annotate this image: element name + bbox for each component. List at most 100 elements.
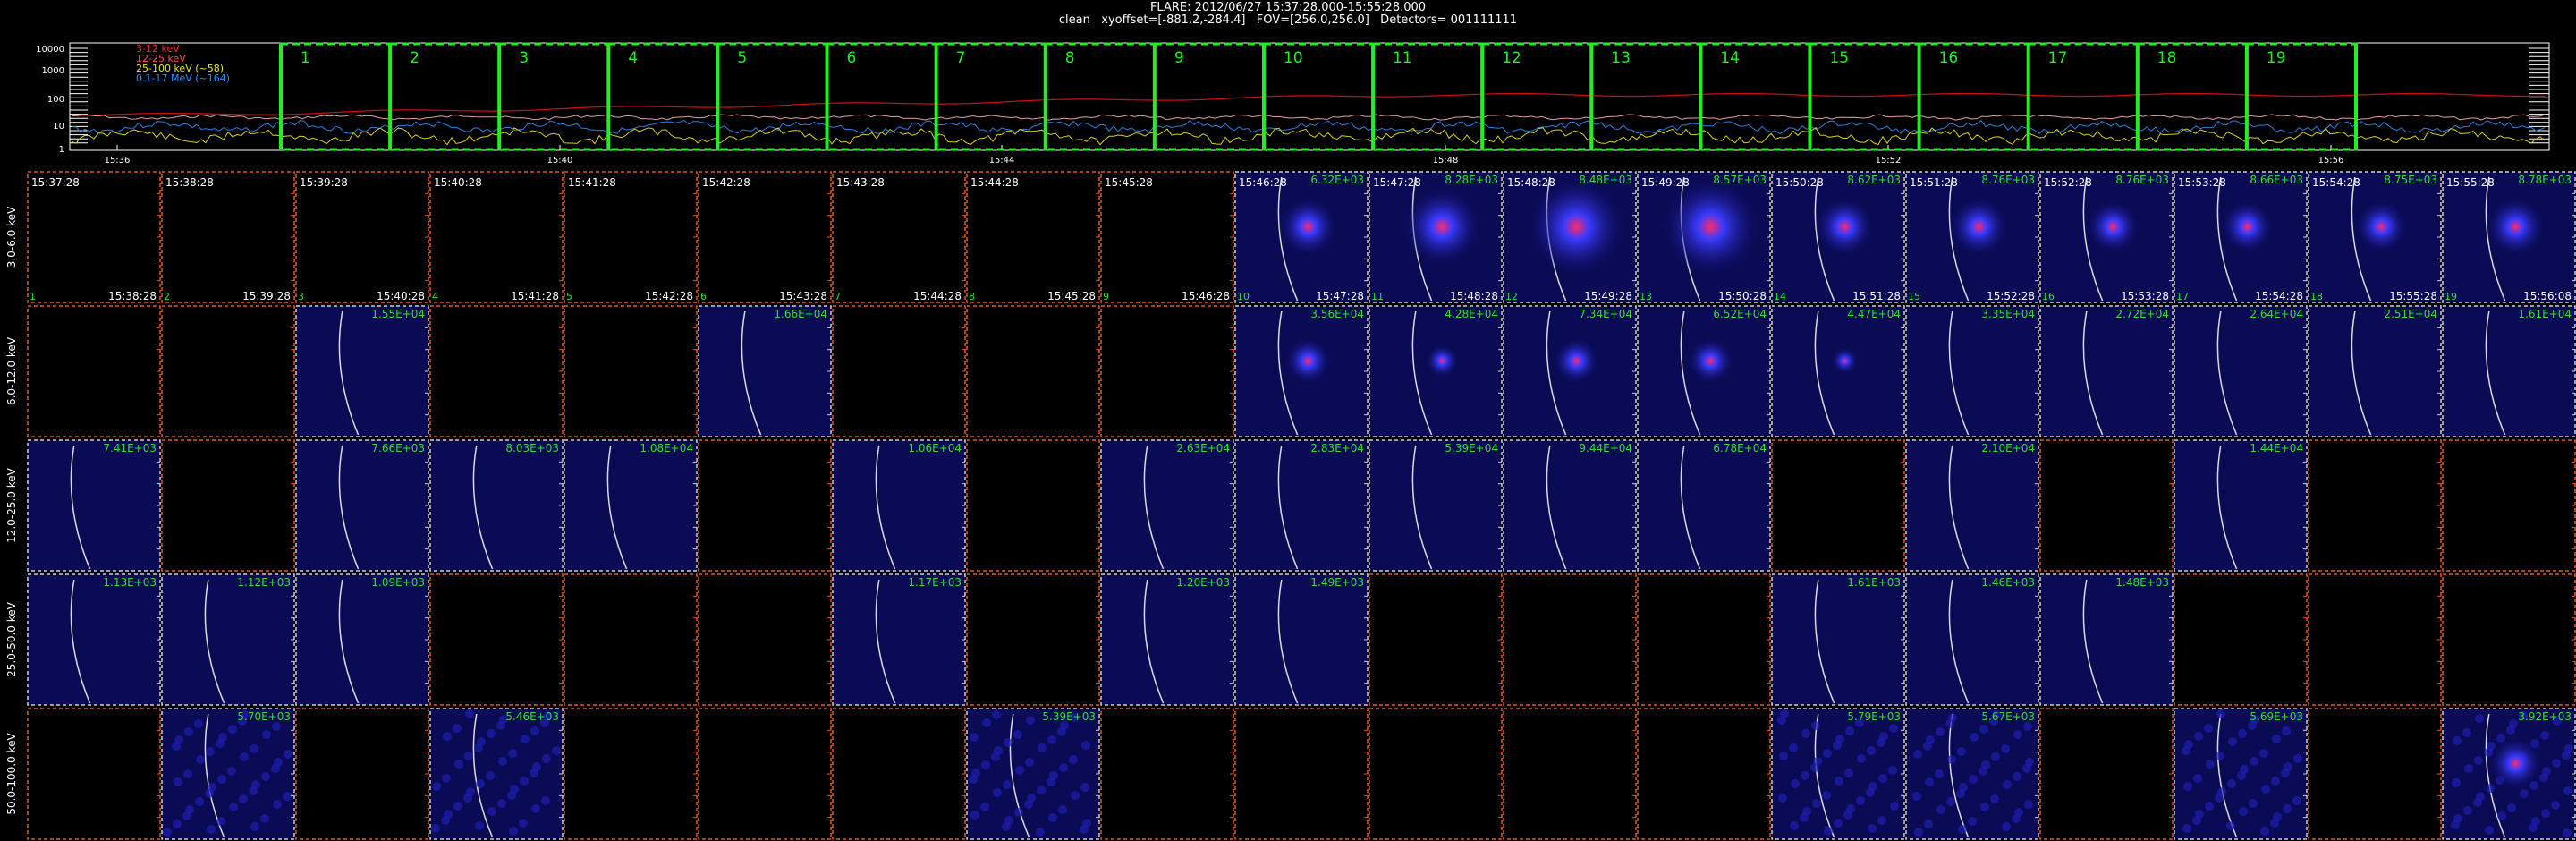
cell-interval-number: 15 [1908, 291, 1920, 302]
noise-blob [2216, 709, 2225, 718]
noise-blob [284, 750, 292, 759]
noise-blob [1071, 791, 1080, 800]
noise-blob [2205, 802, 2214, 811]
empty-cell-frame [832, 708, 966, 840]
interval-number: 15 [1829, 49, 1849, 67]
noise-blob [441, 816, 450, 825]
noise-blob [1834, 819, 1843, 828]
noise-blob [463, 794, 472, 803]
noise-blob [487, 807, 496, 816]
noise-blob [1810, 763, 1819, 772]
cell-start-time: 15:39:28 [300, 176, 348, 189]
noise-blob [519, 819, 528, 828]
cell-start-time: 15:54:28 [2312, 176, 2360, 189]
noise-blob [207, 825, 216, 834]
cell-peak-value: 8.75E+03 [2384, 174, 2437, 186]
image-background [1369, 440, 1502, 571]
empty-cell-frame [698, 708, 832, 840]
noise-blob [228, 725, 237, 734]
interval-number: 4 [628, 49, 638, 67]
noise-blob [250, 822, 259, 831]
image-background [296, 306, 428, 437]
noise-blob [1036, 828, 1045, 837]
noise-blob [2451, 820, 2460, 829]
empty-cell-frame [1771, 439, 1905, 572]
cell-interval-number: 6 [700, 291, 707, 302]
cell-end-time: 15:38:28 [108, 290, 157, 302]
cell-peak-value: 5.79E+03 [1847, 710, 1901, 723]
source-blob [1284, 336, 1332, 385]
cell-peak-value: 1.06E+04 [908, 442, 962, 454]
noise-blob [982, 718, 991, 727]
cell-peak-value: 1.09E+03 [371, 576, 425, 589]
cell-end-time: 15:45:28 [1047, 290, 1096, 302]
cell-peak-value: 3.35E+04 [1981, 308, 2035, 320]
noise-blob [530, 769, 538, 777]
interval-number: 17 [2048, 49, 2068, 67]
cell-peak-value: 2.64E+04 [2250, 308, 2303, 320]
cell-end-time: 15:51:28 [1852, 290, 1901, 302]
source-blob [1814, 196, 1876, 258]
empty-cell-frame [429, 171, 564, 303]
image-background [2174, 306, 2307, 437]
noise-blob [1046, 777, 1055, 786]
noise-blob [2283, 804, 2292, 813]
noise-blob [1913, 750, 1922, 759]
cell-peak-value: 2.83E+04 [1310, 442, 1364, 454]
image-background [296, 574, 428, 705]
empty-cell-frame [1234, 708, 1368, 840]
source-blob [1277, 196, 1339, 258]
noise-blob [496, 721, 505, 730]
empty-cell-frame [27, 305, 161, 437]
noise-blob [453, 802, 462, 811]
interval-number: 9 [1174, 49, 1184, 67]
noise-blob [2204, 724, 2213, 733]
noise-blob [1057, 727, 1066, 736]
cell-peak-value: 1.12E+03 [237, 576, 291, 589]
cell-peak-value: 9.44E+04 [1579, 442, 1632, 454]
noise-blob [2552, 759, 2561, 768]
noise-blob [1015, 766, 1024, 775]
cell-interval-number: 12 [1505, 291, 1518, 302]
noise-blob [474, 743, 483, 752]
row-energy-label: 6.0-12.0 keV [5, 336, 18, 405]
noise-blob [509, 827, 518, 836]
noise-blob [2022, 764, 2031, 773]
noise-blob [194, 719, 203, 728]
noise-blob [2529, 823, 2538, 832]
noise-blob [216, 739, 225, 748]
noise-blob [2002, 822, 2011, 831]
interval-number: 7 [956, 49, 966, 67]
cell-interval-number: 18 [2310, 291, 2323, 302]
noise-blob [2226, 821, 2235, 830]
noise-blob [1037, 786, 1046, 794]
noise-blob [206, 747, 215, 756]
cell-peak-value: 8.76E+03 [1981, 174, 2035, 186]
cell-interval-number: 3 [298, 291, 304, 302]
cell-peak-value: 7.66E+03 [371, 442, 425, 454]
noise-blob [250, 744, 258, 753]
cell-end-time: 15:41:28 [511, 290, 559, 302]
interval-number: 18 [2157, 49, 2177, 67]
legend-entry: 0.1-17 MeV (~164) [136, 72, 230, 84]
noise-blob [2486, 784, 2495, 793]
noise-blob [2227, 779, 2236, 788]
x-tick-label: 15:56 [2318, 156, 2344, 166]
cell-start-time: 15:49:28 [1641, 176, 1690, 189]
noise-blob [1024, 800, 1033, 809]
noise-blob [1824, 827, 1833, 836]
noise-blob [283, 792, 292, 801]
noise-blob [173, 820, 182, 828]
empty-cell-frame [1368, 573, 1503, 706]
noise-blob [1890, 802, 1899, 811]
noise-blob [217, 775, 226, 784]
noise-blob [981, 760, 990, 769]
cell-interval-number: 1 [30, 291, 36, 302]
image-background [1638, 440, 1770, 571]
cell-interval-number: 17 [2176, 291, 2189, 302]
noise-blob [1935, 769, 1944, 778]
noise-blob [1877, 816, 1886, 825]
cell-start-time: 15:38:28 [165, 176, 214, 189]
empty-cell-frame [1503, 708, 1637, 840]
empty-cell-frame [161, 439, 295, 572]
